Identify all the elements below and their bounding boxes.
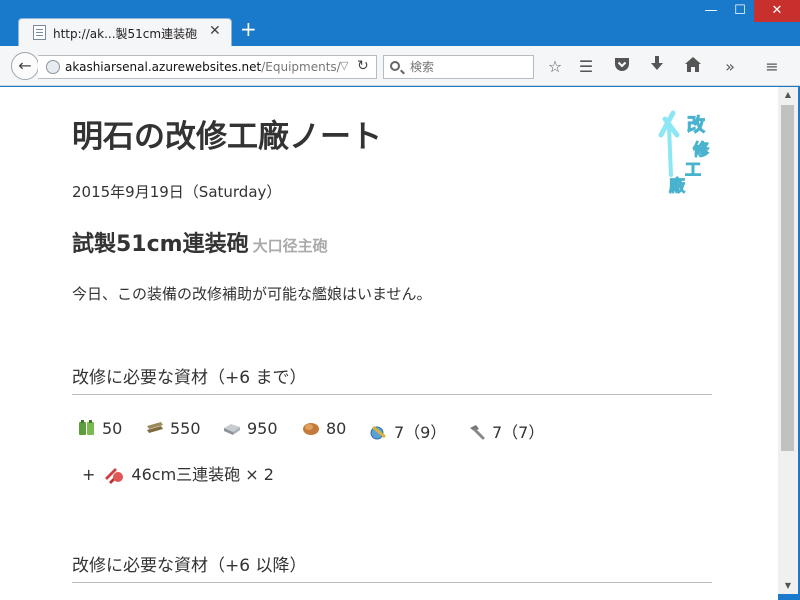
steel-icon: [224, 424, 240, 435]
overflow-chevron-icon[interactable]: »: [719, 56, 741, 78]
title-bar: http://ak...製51cm連装砲 ✕ + — ☐ ✕: [0, 0, 800, 46]
section-materials-after-6: 改修に必要な資材（+6 以降）: [72, 551, 712, 583]
url-path: /Equipments/: [261, 60, 341, 74]
resource-value: 950: [247, 419, 278, 438]
search-icon: [390, 61, 400, 71]
new-tab-button[interactable]: +: [240, 19, 257, 39]
resource-value: 80: [326, 419, 347, 438]
search-bar[interactable]: [383, 55, 534, 79]
resource-improvement-material: 7（7）: [468, 419, 545, 442]
scroll-up-arrow-icon[interactable]: ▲: [778, 87, 798, 103]
consumed-item-name[interactable]: 46cm三連装砲: [131, 465, 240, 484]
svg-text:修: 修: [692, 140, 710, 159]
vertical-scrollbar[interactable]: ▲ ▼: [778, 87, 798, 594]
consumed-equipment: +46cm三連装砲 × 2: [82, 461, 274, 485]
scrollbar-thumb[interactable]: [781, 105, 794, 451]
fuel-icon: [79, 420, 94, 435]
resource-development-material: 7（9）: [370, 419, 447, 442]
bauxite-icon: [303, 423, 319, 435]
resource-fuel: 50: [78, 419, 122, 441]
equipment-heading: 試製51cm連装砲 大口径主砲: [72, 226, 328, 258]
section-materials-up-to-6: 改修に必要な資材（+6 まで）: [72, 363, 712, 395]
url-host: akashiarsenal.azurewebsites.net: [65, 60, 262, 74]
page-favicon-icon: [33, 25, 46, 40]
resource-ammo: 550: [146, 419, 201, 441]
resource-bauxite: 80: [302, 419, 346, 441]
resource-value: 50: [102, 419, 123, 438]
back-button[interactable]: ←: [11, 52, 39, 80]
globe-icon: [46, 60, 60, 74]
navigation-toolbar: ← akashiarsenal.azurewebsites.net/Equipm…: [0, 46, 800, 86]
browser-tab[interactable]: http://ak...製51cm連装砲 ✕: [18, 18, 232, 46]
resource-steel: 950: [223, 419, 278, 441]
ammo-icon: [147, 422, 163, 433]
download-icon[interactable]: [646, 56, 668, 78]
svg-text:改: 改: [687, 114, 706, 136]
url-dropdown-icon[interactable]: ▽: [340, 59, 348, 72]
assistant-ship-note: 今日、この装備の改修補助が可能な艦娘はいません。: [72, 285, 432, 303]
site-title[interactable]: 明石の改修工廠ノート: [72, 111, 382, 156]
resource-value: 7（9）: [394, 423, 447, 442]
search-input[interactable]: [410, 58, 528, 76]
consumed-item-count: × 2: [245, 465, 274, 484]
svg-text:廠: 廠: [669, 176, 686, 195]
menu-icon[interactable]: ≡: [761, 56, 783, 78]
equipment-name: 試製51cm連装砲: [72, 232, 249, 257]
page-content: 明石の改修工廠ノート 改 修 工 廠 2015年9月19日（Saturday） …: [0, 87, 778, 600]
main-gun-icon: [105, 468, 124, 484]
home-icon[interactable]: [682, 56, 704, 78]
minimize-button[interactable]: —: [696, 0, 726, 22]
url-bar[interactable]: akashiarsenal.azurewebsites.net/Equipmen…: [38, 55, 377, 79]
post-date: 2015年9月19日（Saturday）: [72, 183, 282, 201]
svg-text:工: 工: [685, 160, 701, 179]
development-material-icon: [370, 425, 386, 440]
bookmark-star-icon[interactable]: ☆: [544, 56, 566, 78]
reload-icon[interactable]: ↻: [357, 58, 369, 74]
maximize-button[interactable]: ☐: [726, 0, 754, 22]
resource-value: 550: [170, 419, 201, 438]
improvement-material-icon: [470, 425, 485, 440]
resource-value: 7（7）: [492, 423, 545, 442]
pocket-icon[interactable]: [611, 56, 633, 78]
plus-sign: +: [82, 465, 96, 484]
url-text: akashiarsenal.azurewebsites.net/Equipmen…: [65, 60, 341, 74]
close-window-button[interactable]: ✕: [754, 0, 800, 22]
reader-list-icon[interactable]: ☰: [575, 56, 597, 78]
tab-title: http://ak...製51cm連装砲: [53, 27, 198, 41]
tab-close-icon[interactable]: ✕: [209, 23, 221, 39]
equipment-type: 大口径主砲: [252, 237, 328, 255]
scroll-down-arrow-icon[interactable]: ▼: [778, 578, 798, 594]
arsenal-logo: 改 修 工 廠: [658, 110, 711, 196]
